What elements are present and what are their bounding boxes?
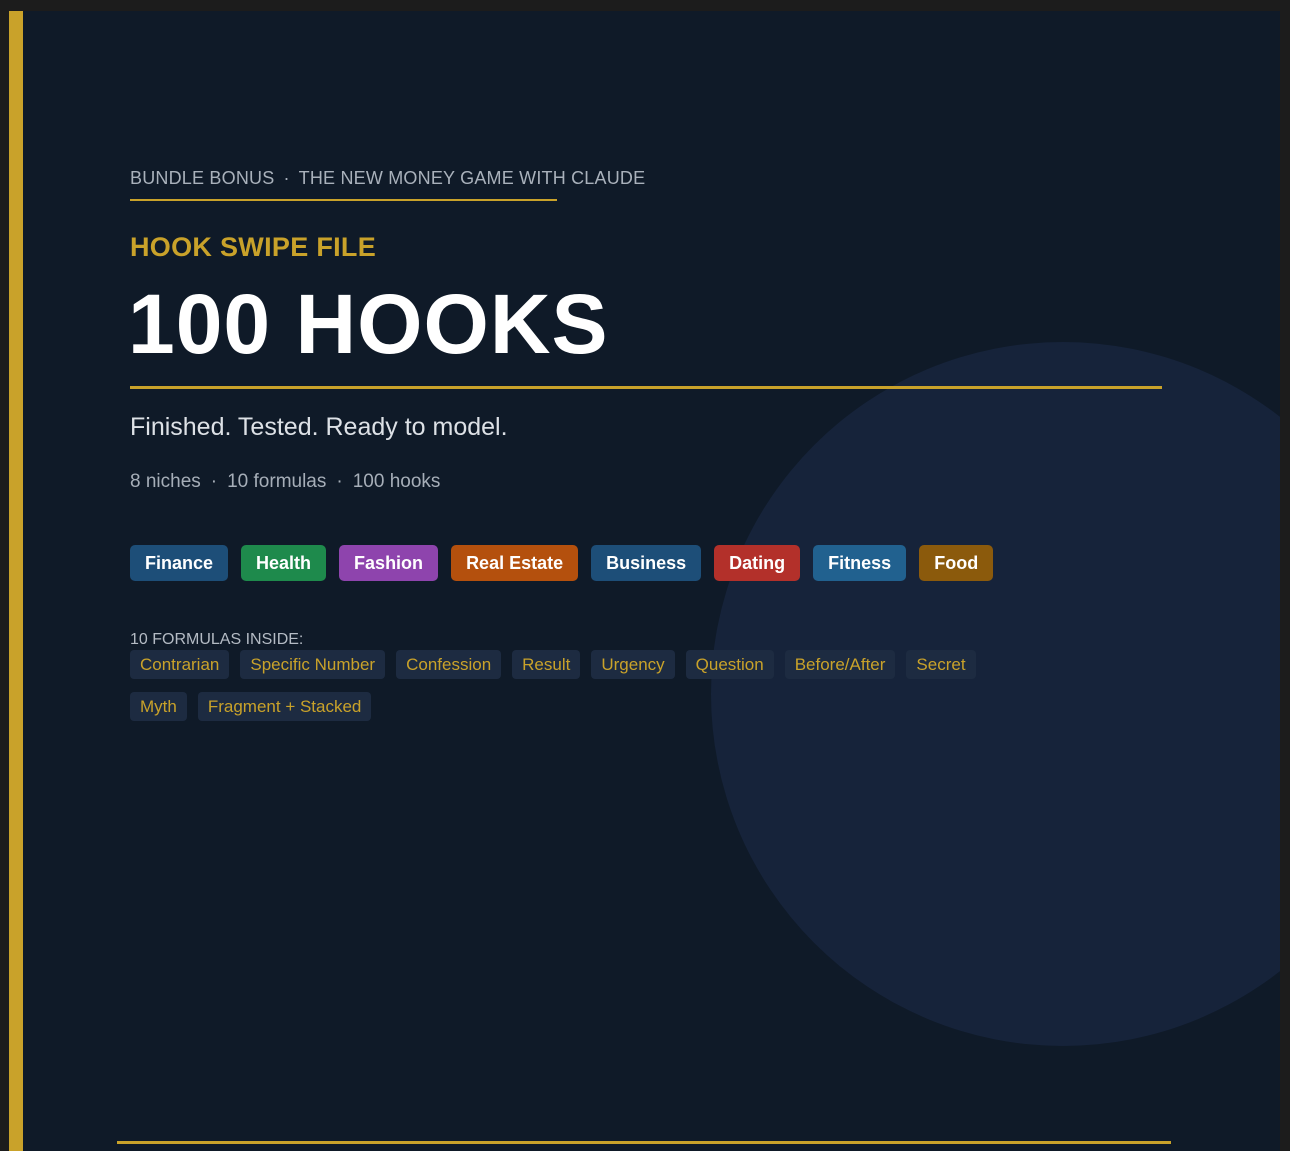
subtitle: Finished. Tested. Ready to model. bbox=[130, 413, 508, 441]
formula-tag-question: Question bbox=[685, 650, 774, 679]
kicker-bundle: BUNDLE BONUS bbox=[130, 168, 275, 188]
formula-tag-myth: Myth bbox=[130, 692, 187, 721]
niche-tag-fashion: Fashion bbox=[339, 545, 439, 581]
formula-tag-specific-number: Specific Number bbox=[240, 650, 386, 679]
stat-hooks: 100 hooks bbox=[352, 471, 441, 492]
formula-tag-secret: Secret bbox=[906, 650, 976, 679]
formula-tag-before-after: Before/After bbox=[784, 650, 896, 679]
bottom-divider bbox=[117, 1141, 1171, 1144]
niche-tags: Finance Health Fashion Real Estate Busin… bbox=[130, 545, 994, 581]
stats-line: 8 niches · 10 formulas · 100 hooks bbox=[130, 471, 440, 493]
niche-tag-health: Health bbox=[241, 545, 327, 581]
stat-niches: 8 niches bbox=[130, 471, 201, 492]
niche-tag-fitness: Fitness bbox=[813, 545, 907, 581]
eyebrow-heading: HOOK SWIPE FILE bbox=[130, 232, 377, 262]
formula-tag-contrarian: Contrarian bbox=[130, 650, 230, 679]
title-divider bbox=[130, 386, 1162, 389]
formula-tag-urgency: Urgency bbox=[591, 650, 675, 679]
kicker-underline bbox=[130, 199, 557, 201]
left-accent-bar bbox=[9, 11, 23, 1151]
viewer-right-edge bbox=[1280, 11, 1290, 1151]
stat-formulas: 10 formulas bbox=[227, 471, 327, 492]
kicker-series: THE NEW MONEY GAME WITH CLAUDE bbox=[298, 168, 646, 188]
formula-tags: Contrarian Specific Number Confession Re… bbox=[130, 650, 1030, 721]
stat-separator: · bbox=[336, 471, 343, 492]
formulas-label: 10 FORMULAS INSIDE: bbox=[130, 631, 304, 648]
kicker-separator: · bbox=[283, 168, 290, 188]
formula-tag-confession: Confession bbox=[396, 650, 502, 679]
niche-tag-business: Business bbox=[591, 545, 702, 581]
document-page: BUNDLE BONUS · THE NEW MONEY GAME WITH CLA… bbox=[9, 11, 1280, 1151]
niche-tag-finance: Finance bbox=[130, 545, 229, 581]
niche-tag-food: Food bbox=[919, 545, 994, 581]
niche-tag-real-estate: Real Estate bbox=[451, 545, 579, 581]
stat-separator: · bbox=[210, 471, 218, 492]
formula-tag-fragment-stacked: Fragment + Stacked bbox=[197, 692, 372, 721]
niche-tag-dating: Dating bbox=[714, 545, 801, 581]
formula-tag-result: Result bbox=[512, 650, 581, 679]
viewer-top-bar bbox=[0, 0, 1290, 11]
page-title: 100 HOOKS bbox=[128, 277, 609, 371]
kicker: BUNDLE BONUS · THE NEW MONEY GAME WITH CLA… bbox=[130, 168, 645, 189]
